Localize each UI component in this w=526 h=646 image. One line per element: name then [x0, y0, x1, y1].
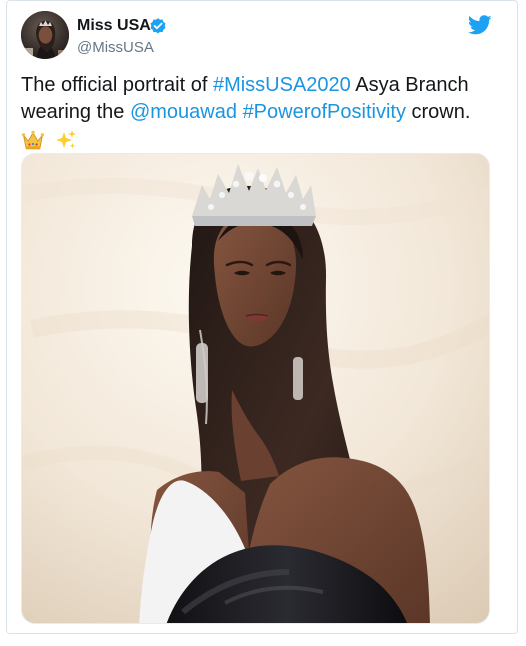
hashtag-powerofpositivity-link[interactable]: #PowerofPositivity — [243, 101, 406, 123]
author-handle[interactable]: @MissUSA — [77, 39, 154, 57]
author-name[interactable]: Miss USA — [77, 17, 151, 35]
tweet-text-line-1: The official portrait of #MissUSA2020 As… — [21, 72, 507, 99]
mention-mouawad-link[interactable]: @mouawad — [130, 101, 237, 123]
woman-wearing-crown-image — [22, 154, 489, 623]
tweet-text: The official portrait of #MissUSA2020 As… — [21, 72, 507, 156]
tweet-text-part: The official portrait of — [21, 74, 213, 96]
profile-avatar-image — [21, 11, 69, 59]
tweet-media-photo[interactable] — [21, 153, 490, 624]
tweet-text-part: wearing the — [21, 101, 130, 123]
sparkles-emoji-icon — [55, 130, 76, 149]
tweet-text-part: Asya Branch — [350, 74, 469, 96]
tweet-card[interactable]: Miss USA @MissUSA The official portrait … — [6, 0, 518, 634]
screenshot-frame: Miss USA @MissUSA The official portrait … — [0, 0, 526, 646]
emoji-row — [21, 128, 507, 156]
tweet-text-line-2: wearing the @mouawad #PowerofPositivity … — [21, 99, 507, 126]
hashtag-missusa2020-link[interactable]: #MissUSA2020 — [213, 74, 351, 96]
tweet-text-part: crown. — [405, 101, 471, 123]
author-avatar[interactable] — [21, 11, 69, 59]
verified-badge-icon — [150, 18, 166, 34]
crown-emoji-icon — [21, 130, 45, 150]
twitter-bird-icon[interactable] — [468, 13, 492, 37]
